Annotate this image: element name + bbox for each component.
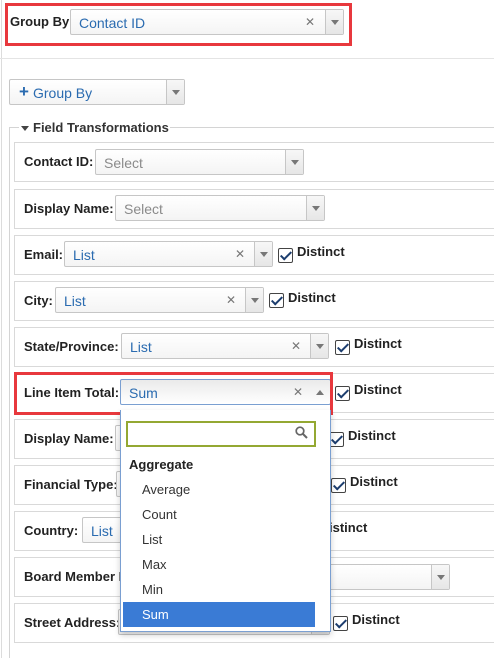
field-label: Display Name: [24,431,114,446]
fieldset-title: Field Transformations [33,120,169,135]
field-label: State/Province: [24,339,119,354]
distinct-label: Distinct [288,290,336,305]
left-border [1,0,2,658]
distinct-checkbox[interactable] [278,248,293,263]
highlight-line-item-total [14,372,333,415]
distinct-label: Distinct [354,336,402,351]
field-value: List [73,247,95,263]
option-label: Min [142,582,163,597]
option-count[interactable]: Count [121,502,330,527]
field-value: List [64,293,86,309]
field-select[interactable]: List ✕ [64,241,273,267]
dropdown-search-input[interactable] [126,421,316,447]
option-label: List [142,532,163,547]
option-min[interactable]: Min [121,577,330,602]
option-label: Average [142,482,191,497]
aggregate-dropdown: Aggregate Average Count List Max Min Sum [120,410,331,632]
add-group-by-label: Group By [33,85,93,101]
add-group-by-button[interactable]: + Group By [9,79,185,105]
chevron-down-icon[interactable] [285,150,303,174]
field-label: Financial Type: [24,477,118,492]
distinct-checkbox[interactable] [335,386,350,401]
distinct-checkbox[interactable] [331,478,346,493]
field-label: Street Address: [24,615,121,630]
clear-icon[interactable]: ✕ [291,339,301,353]
distinct-checkbox[interactable] [335,340,350,355]
field-select[interactable]: Select [95,149,304,175]
field-value: Select [104,155,143,171]
option-group-header: Aggregate [129,457,194,472]
collapse-caret-icon [21,126,29,132]
chevron-down-icon[interactable] [310,334,328,358]
clear-icon[interactable]: ✕ [235,247,245,261]
option-label: Sum [142,607,169,622]
plus-icon: + [19,82,29,101]
field-value: Select [124,201,163,217]
chevron-down-icon[interactable] [306,196,324,220]
distinct-checkbox[interactable] [333,616,348,631]
option-max[interactable]: Max [121,552,330,577]
fieldset-legend[interactable]: Field Transformations [21,120,169,135]
option-label: Max [142,557,167,572]
distinct-label: Distinct [350,474,398,489]
distinct-label: Distinct [354,382,402,397]
distinct-label: Distinct [352,612,400,627]
fieldset-border-top-left [9,127,19,128]
distinct-label: Distinct [348,428,396,443]
field-select[interactable]: List ✕ [55,287,264,313]
distinct-label: Distinct [297,244,345,259]
field-value: List [130,339,152,355]
field-value: List [91,523,113,539]
fieldset-border-top-right [170,127,494,128]
chevron-down-icon[interactable] [245,288,263,312]
option-sum[interactable]: Sum [123,602,315,627]
field-select[interactable]: Select [115,195,325,221]
field-label: Contact ID: [24,154,94,169]
chevron-down-icon[interactable] [254,242,272,266]
option-label: Count [142,507,177,522]
divider [0,58,494,59]
fieldset-border-left [9,127,10,658]
field-label: City: [24,293,53,308]
field-label: Display Name: [24,201,114,216]
field-label: Board Member F [24,569,127,584]
distinct-checkbox[interactable] [329,432,344,447]
field-label: Email: [24,247,64,262]
option-average[interactable]: Average [121,477,330,502]
chevron-down-icon[interactable] [166,80,184,104]
clear-icon[interactable]: ✕ [226,293,236,307]
field-label: Country: [24,523,79,538]
chevron-down-icon[interactable] [431,565,449,589]
option-list[interactable]: List [121,527,330,552]
field-select[interactable]: List ✕ [121,333,329,359]
distinct-checkbox[interactable] [269,293,284,308]
distinct-label-partial: istinct [329,520,368,535]
search-icon [295,426,308,442]
highlight-group-by [5,3,352,46]
